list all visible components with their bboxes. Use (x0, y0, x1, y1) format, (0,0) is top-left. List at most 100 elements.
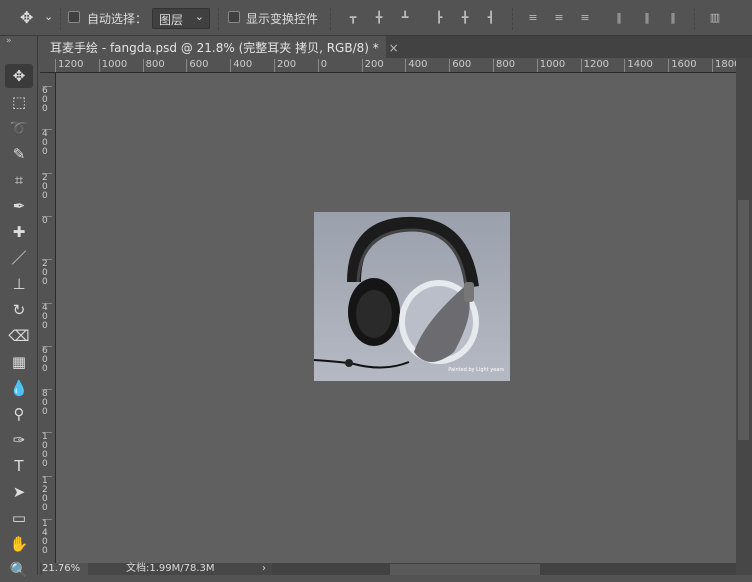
v-ruler-label: 200 (42, 259, 52, 287)
v-ruler-label: 600 (42, 86, 52, 114)
move-icon: ✥ (12, 67, 26, 85)
distribute-hcenter-icon[interactable]: ‖ (640, 11, 654, 25)
h-ruler-label: 200 (274, 59, 296, 72)
h-ruler-label: 1000 (98, 59, 127, 72)
eraser-tool[interactable]: ⌫ (5, 324, 33, 348)
gradient-tool[interactable]: ▦ (5, 350, 33, 374)
blur-tool[interactable]: 💧 (5, 376, 33, 400)
h-ruler-label: 600 (449, 59, 471, 72)
h-ruler-label: 1000 (536, 59, 565, 72)
v-ruler-label: 200 (42, 172, 52, 201)
h-ruler-label: 1200 (55, 59, 83, 72)
healing-brush-icon: ✚ (12, 223, 26, 241)
vertical-scroll-thumb[interactable] (738, 200, 749, 440)
collapse-panel-icon[interactable]: » (6, 36, 12, 46)
h-ruler-label: 400 (405, 59, 427, 72)
dodge-tool[interactable]: ⚲ (5, 402, 33, 426)
crop-icon: ⌗ (14, 171, 24, 189)
type-tool[interactable]: T (5, 454, 33, 478)
v-ruler-label: 600 (42, 345, 52, 374)
v-ruler-label: 1400 (42, 519, 52, 556)
zoom-tool[interactable]: 🔍 (5, 558, 33, 582)
lasso-icon: ➰ (9, 119, 29, 137)
move-tool[interactable]: ✥ (5, 64, 33, 88)
clone-stamp-tool[interactable]: ⊥ (5, 272, 33, 296)
distribute-left-icon[interactable]: ‖ (612, 11, 626, 25)
align-left-icon[interactable]: ┣ (432, 11, 446, 25)
crop-tool[interactable]: ⌗ (5, 168, 33, 192)
eyedropper-tool[interactable]: ✒ (5, 194, 33, 218)
horizontal-scroll-thumb[interactable] (390, 564, 540, 575)
history-brush-tool[interactable]: ↻ (5, 298, 33, 322)
marquee-icon: ⬚ (11, 93, 27, 111)
toolbar: » ✥ ⬚ ➰ ✎ ⌗ ✒ ✚ ／ ⊥ ↻ ⌫ ▦ 💧 ⚲ ✑ T ➤ ▭ ✋ 🔍 (0, 36, 38, 579)
v-ruler-label: 1200 (42, 475, 52, 513)
align-right-icon[interactable]: ┫ (484, 11, 498, 25)
artwork-caption: Painted by Light years (448, 367, 504, 373)
h-ruler-label: 0 (317, 59, 327, 72)
rectangle-icon: ▭ (11, 509, 27, 527)
move-tool-icon[interactable]: ✥ (20, 8, 33, 27)
path-select-icon: ➤ (12, 483, 26, 501)
layer-select-value: 图层 (159, 13, 184, 27)
brush-icon: ／ (11, 249, 27, 267)
distribute-top-icon[interactable]: ≡ (526, 11, 540, 25)
eraser-icon: ⌫ (8, 327, 30, 345)
v-ruler-label: 1000 (42, 432, 52, 469)
document-size: 文档:1.99M/78.3M (126, 563, 215, 574)
hand-tool[interactable]: ✋ (5, 532, 33, 556)
rectangle-tool[interactable]: ▭ (5, 506, 33, 530)
brush-tool[interactable]: ／ (5, 246, 33, 270)
show-transform-label: 显示变换控件 (246, 12, 319, 26)
healing-brush-tool[interactable]: ✚ (5, 220, 33, 244)
type-icon: T (14, 457, 24, 475)
v-ruler-label: 400 (42, 129, 52, 157)
vertical-ruler: 600 400 200 0 200 400 600 800 1000 1200 1400 (40, 73, 56, 563)
pen-icon: ✑ (12, 431, 26, 449)
blur-icon: 💧 (9, 379, 29, 397)
clone-stamp-icon: ⊥ (12, 275, 26, 293)
status-bar: 21.76% 文档:1.99M/78.3M › (40, 563, 752, 575)
h-ruler-label: 1200 (580, 59, 609, 72)
h-ruler-label: 400 (230, 59, 252, 72)
distribute-right-icon[interactable]: ‖ (666, 11, 680, 25)
document-artwork[interactable]: Painted by Light years (313, 212, 510, 381)
align-vcenter-icon[interactable]: ╋ (372, 11, 386, 25)
zoom-icon: 🔍 (9, 561, 29, 579)
show-transform-checkbox[interactable] (228, 11, 240, 23)
headphones-image (313, 216, 479, 369)
auto-select-label: 自动选择： (87, 12, 148, 26)
gradient-icon: ▦ (11, 353, 27, 371)
v-ruler-label: 400 (42, 302, 52, 331)
distribute-vcenter-icon[interactable]: ≡ (552, 11, 566, 25)
chevron-down-icon: ⌄ (194, 10, 204, 23)
hand-icon: ✋ (9, 535, 29, 553)
quick-select-icon: ✎ (12, 145, 26, 163)
h-ruler-label: 200 (361, 59, 384, 72)
auto-select-checkbox[interactable] (68, 11, 80, 23)
align-top-icon[interactable]: ┳ (346, 11, 360, 25)
align-bottom-icon[interactable]: ┻ (398, 11, 412, 25)
layer-select[interactable]: 图层 ⌄ (152, 8, 210, 29)
document-tab[interactable]: 耳麦手绘 - fangda.psd @ 21.8% (完整耳夹 拷贝, RGB/… (40, 36, 399, 58)
marquee-tool[interactable]: ⬚ (5, 90, 33, 114)
distribute-bottom-icon[interactable]: ≡ (578, 11, 592, 25)
pen-tool[interactable]: ✑ (5, 428, 33, 452)
quick-select-tool[interactable]: ✎ (5, 142, 33, 166)
auto-align-icon[interactable]: ▥ (708, 11, 722, 25)
h-ruler-label: 800 (493, 59, 515, 72)
dodge-icon: ⚲ (13, 405, 25, 423)
document-tab-title: 耳麦手绘 - fangda.psd @ 21.8% (完整耳夹 拷贝, RGB/… (50, 41, 379, 55)
zoom-level[interactable]: 21.76% (42, 563, 88, 575)
close-icon[interactable]: × (389, 41, 399, 55)
align-hcenter-icon[interactable]: ╋ (458, 11, 472, 25)
tool-preset-chevron[interactable]: ⌄ (44, 10, 53, 23)
v-ruler-label: 0 (42, 215, 52, 226)
eyedropper-icon: ✒ (12, 197, 26, 215)
history-brush-icon: ↻ (12, 301, 26, 319)
status-menu-arrow[interactable]: › (262, 563, 266, 575)
v-ruler-label: 800 (42, 389, 52, 417)
horizontal-ruler: 1200 1000 800 600 400 200 0 200 400 600 800 1000 120… (40, 58, 736, 73)
lasso-tool[interactable]: ➰ (5, 116, 33, 140)
path-select-tool[interactable]: ➤ (5, 480, 33, 504)
